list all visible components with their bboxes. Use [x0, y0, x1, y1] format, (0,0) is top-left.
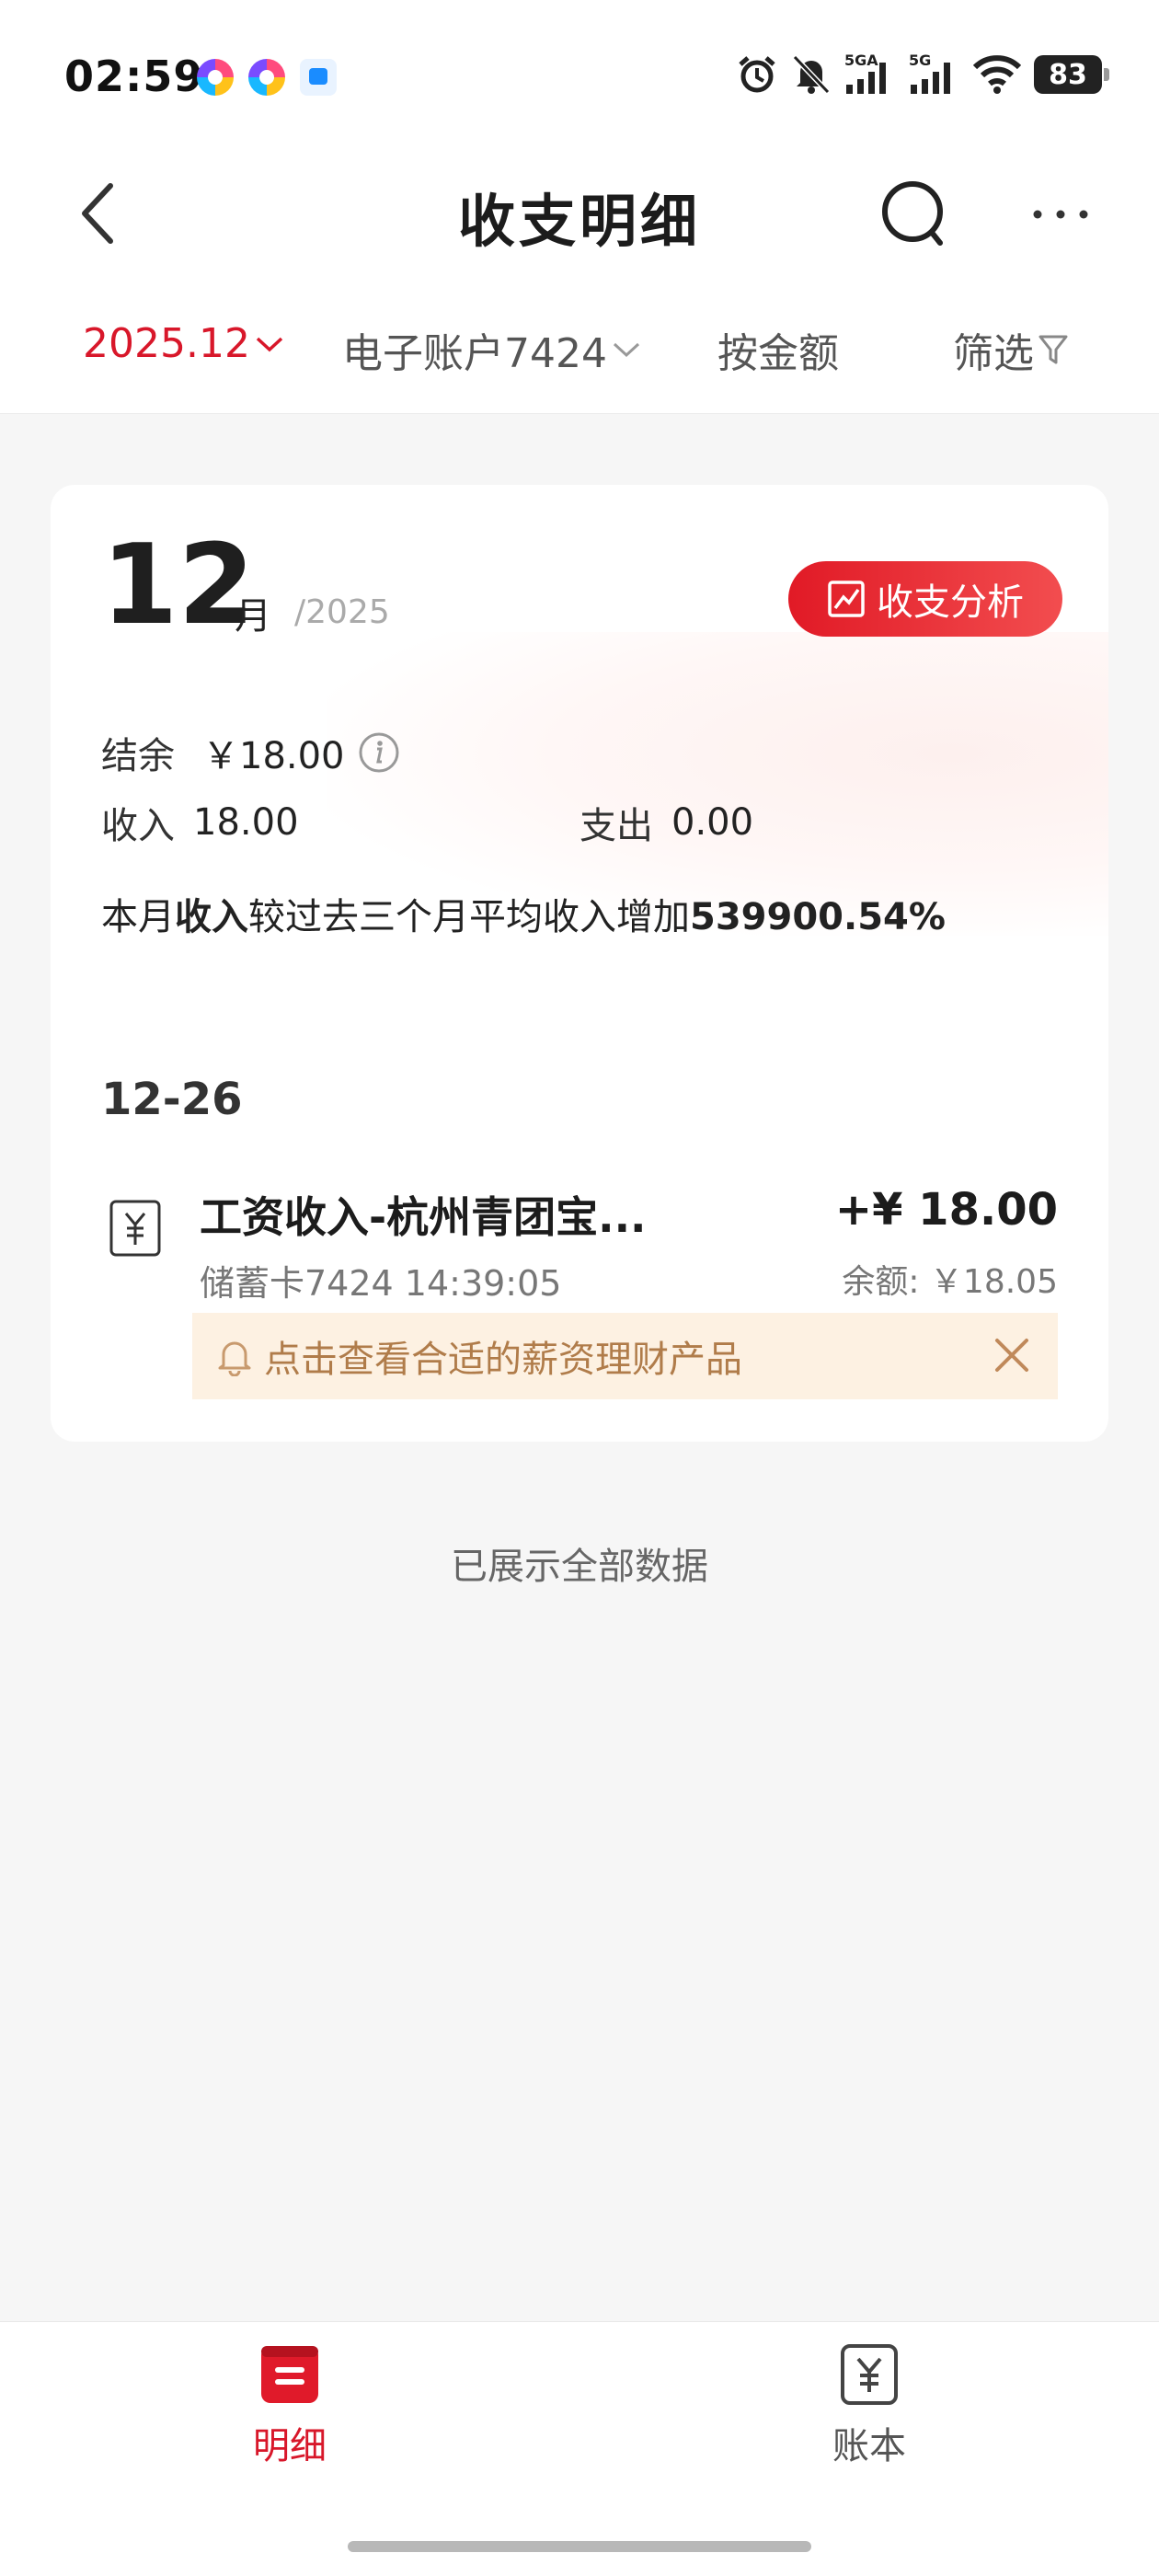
signal-5ga-icon: 5GA — [844, 52, 896, 96]
sort-by-amount[interactable]: 按金额 — [717, 320, 839, 379]
close-icon[interactable] — [992, 1335, 1032, 1375]
wifi-icon — [973, 55, 1021, 94]
mute-bell-icon — [792, 54, 831, 95]
income-value: 18.00 — [193, 801, 299, 844]
transaction-date-header: 12-26 — [101, 1074, 243, 1125]
tab-ledger-label: 账本 — [832, 2425, 906, 2467]
expense-row: 支出 0.00 — [580, 796, 753, 849]
battery-indicator: 83 — [1034, 55, 1109, 94]
funnel-icon — [1039, 335, 1068, 364]
tab-detail[interactable]: 明细 — [152, 2322, 428, 2469]
expense-label: 支出 — [580, 805, 653, 847]
account-filter-label: 电子账户7424 — [342, 330, 607, 377]
month-filter-label: 2025.12 — [83, 320, 250, 367]
transaction-card-time: 储蓄卡7424 14:39:05 — [200, 1263, 562, 1304]
alarm-icon — [739, 56, 775, 93]
app-notification-icon — [248, 59, 285, 96]
income-label: 收入 — [101, 805, 175, 847]
page-title: 收支明细 — [457, 188, 701, 255]
filter-bar: 2025.12 电子账户7424 按金额 筛选 — [0, 313, 1159, 386]
chevron-down-icon — [256, 337, 283, 351]
monthly-summary-card: 12 月 /2025 收支分析 结余 ￥18.00 收入 18.00 支出 0.… — [51, 485, 1108, 1442]
income-expense-analysis-button[interactable]: 收支分析 — [788, 561, 1062, 637]
search-button[interactable] — [874, 173, 957, 256]
income-comparison-text: 本月收入较过去三个月平均收入增加539900.54% — [101, 896, 946, 938]
list-icon — [261, 2346, 318, 2403]
info-icon[interactable] — [358, 731, 400, 774]
income-row: 收入 18.00 — [101, 796, 299, 849]
summary-month-unit: 月 — [235, 595, 271, 638]
transaction-amount: +¥ 18.00 — [834, 1184, 1058, 1236]
summary-month: 12 — [101, 522, 255, 650]
app-notification-icon — [197, 59, 234, 96]
search-icon — [882, 181, 943, 246]
more-button[interactable] — [1028, 191, 1093, 237]
ledger-icon — [841, 2344, 898, 2405]
summary-year: /2025 — [294, 593, 390, 631]
system-icons: 5GA 5G 83 — [736, 52, 1109, 96]
month-filter[interactable]: 2025.12 — [83, 320, 285, 367]
bottom-navigation: 明细 账本 — [0, 2321, 1159, 2576]
expense-value: 0.00 — [671, 801, 754, 844]
bell-icon — [218, 1341, 251, 1376]
all-data-shown-text: 已展示全部数据 — [451, 1546, 708, 1588]
comparison-percent: 539900.54% — [690, 896, 946, 938]
filter-button[interactable]: 筛选 — [953, 320, 1069, 379]
more-dots-icon — [1033, 210, 1088, 219]
account-filter[interactable]: 电子账户7424 — [342, 320, 642, 379]
app-notification-icon — [300, 59, 337, 96]
transaction-balance: 余额: ￥18.05 — [842, 1263, 1058, 1301]
balance-row: 结余 ￥18.00 — [101, 726, 400, 779]
analysis-button-label: 收支分析 — [877, 581, 1024, 624]
balance-value: ￥18.00 — [202, 735, 345, 777]
home-indicator[interactable] — [348, 2541, 811, 2552]
wealth-product-promo[interactable]: 点击查看合适的薪资理财产品 — [192, 1313, 1058, 1399]
tab-detail-label: 明细 — [253, 2425, 327, 2467]
yuan-receipt-icon — [109, 1200, 161, 1257]
chart-icon — [828, 581, 865, 617]
chevron-down-icon — [613, 342, 640, 358]
notification-icons — [197, 59, 337, 96]
status-time: 02:59 — [64, 52, 204, 101]
balance-label: 结余 — [101, 735, 175, 777]
transaction-name[interactable]: 工资收入-杭州青团宝... — [200, 1184, 647, 1245]
promo-text: 点击查看合适的薪资理财产品 — [264, 1339, 742, 1381]
filter-label: 筛选 — [953, 330, 1034, 377]
tab-ledger[interactable]: 账本 — [731, 2322, 1007, 2469]
signal-5g-icon: 5G — [909, 52, 960, 96]
status-bar: 02:59 5GA 5G 83 — [0, 0, 1159, 156]
page-header: 收支明细 2025.12 电子账户7424 按金额 筛选 — [0, 156, 1159, 414]
